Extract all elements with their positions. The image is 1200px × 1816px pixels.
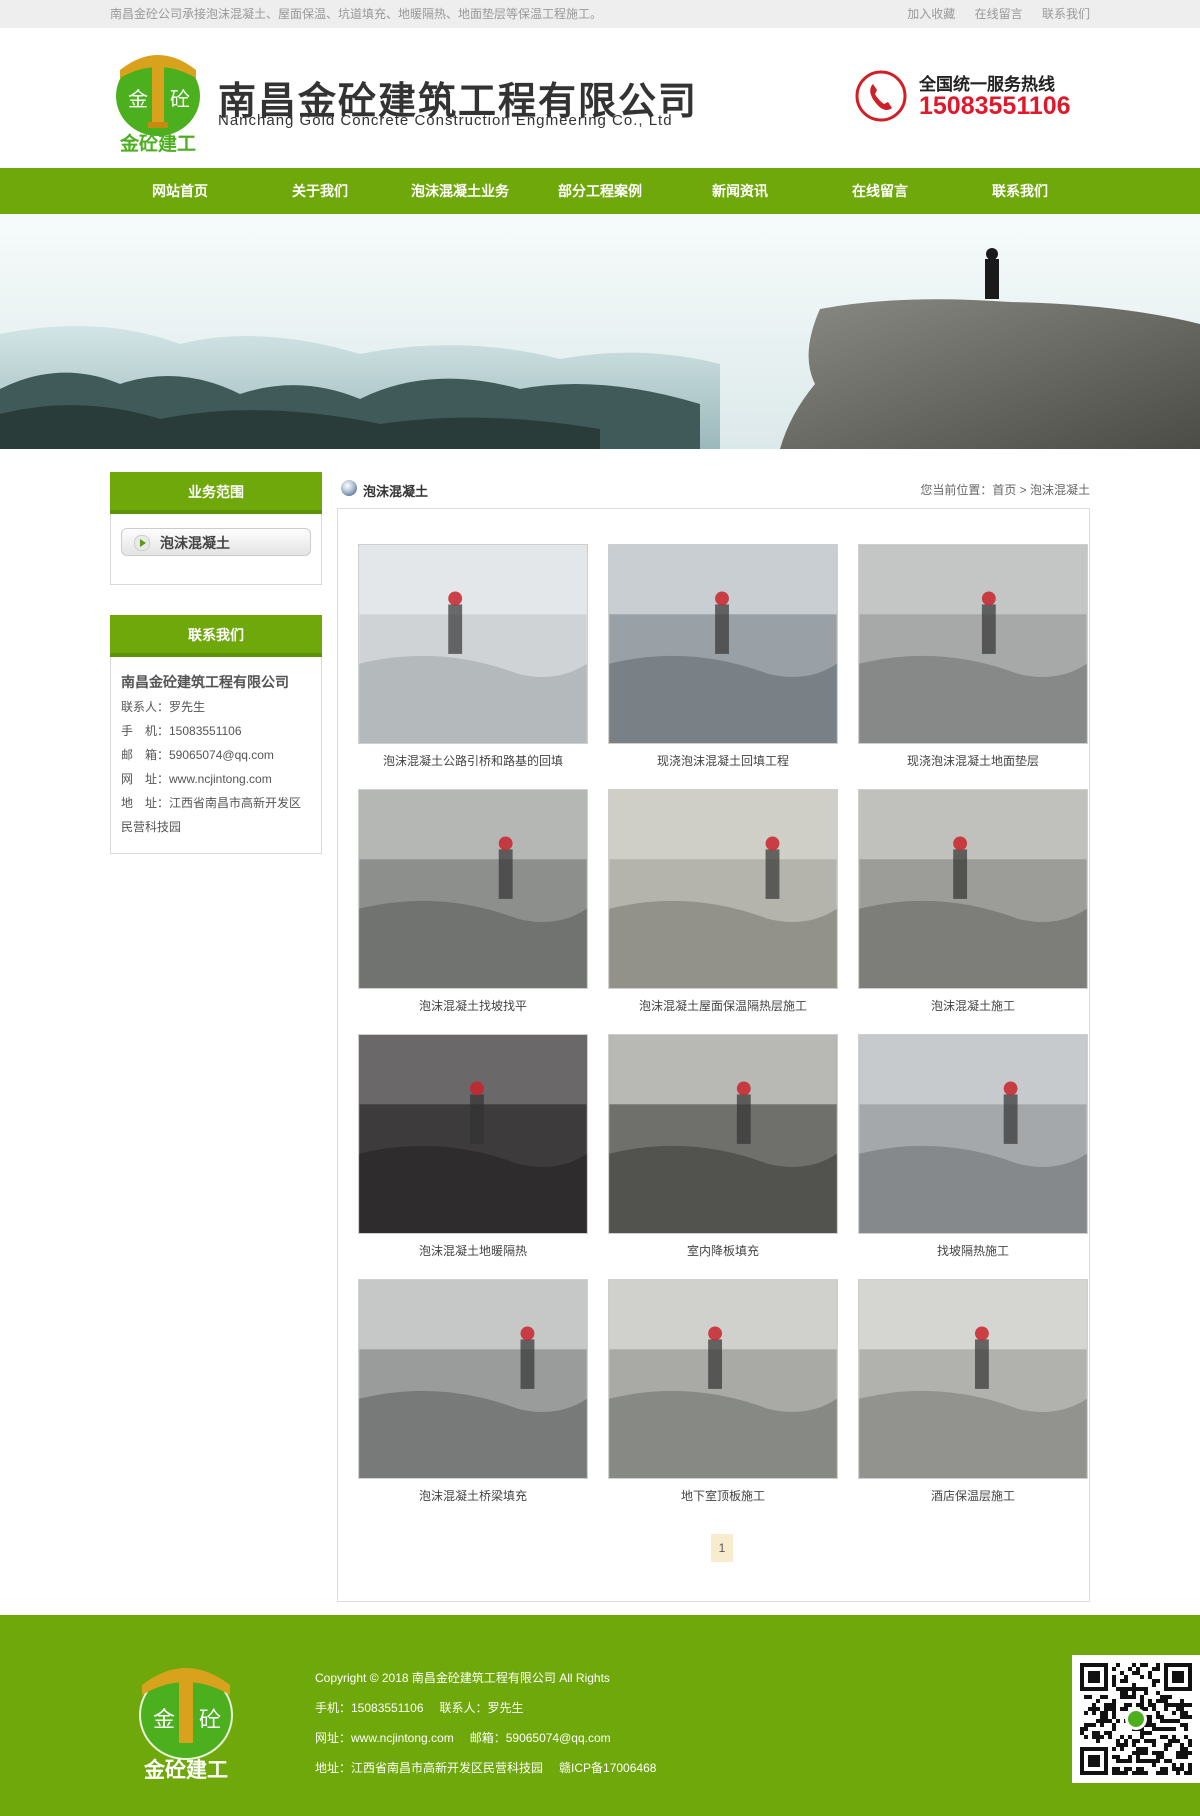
top-bar: 南昌金砼公司承接泡沫混凝土、屋面保温、坑道填充、地暖隔热、地面垫层等保温工程施工… — [0, 0, 1200, 28]
contact-website: 网 址：www.ncjintong.com — [121, 772, 272, 786]
contact-email: 邮 箱：59065074@qq.com — [121, 748, 274, 762]
photo-caption[interactable]: 室内降板填充 — [608, 1242, 838, 1259]
section-title: 泡沫混凝土 — [363, 484, 429, 499]
footer-logo-text: 金砼建工 — [143, 1758, 228, 1782]
photo-caption[interactable]: 地下室顶板施工 — [608, 1487, 838, 1504]
project-photo[interactable] — [858, 1279, 1088, 1479]
gallery-item[interactable]: 现浇泡沫混凝土地面垫层 — [858, 544, 1088, 769]
footer-address: 地址：江西省南昌市高新开发区民营科技园 — [315, 1761, 544, 1775]
play-arrow-icon — [134, 535, 150, 551]
hotline-block: 全国统一服务热线 15083551106 — [855, 68, 1090, 128]
nav-contact[interactable]: 联系我们 — [950, 168, 1090, 214]
nav-home[interactable]: 网站首页 — [110, 168, 250, 214]
nav-cases[interactable]: 部分工程案例 — [530, 168, 670, 214]
business-scope-box: 业务范围 泡沫混凝土 — [110, 472, 322, 585]
photo-caption[interactable]: 找坡隔热施工 — [858, 1242, 1088, 1259]
contact-title: 联系我们 — [110, 615, 322, 657]
sidebar: 业务范围 泡沫混凝土 联系我们 南昌金砼建筑工程有限公司 联系人：罗先生 手 机… — [110, 472, 322, 884]
top-links: 加入收藏 在线留言 联系我们 — [891, 0, 1090, 28]
business-scope-title: 业务范围 — [110, 472, 322, 514]
photo-caption[interactable]: 泡沫混凝土公路引桥和路基的回填 — [358, 752, 588, 769]
project-photo[interactable] — [358, 789, 588, 989]
contact-box: 联系我们 南昌金砼建筑工程有限公司 联系人：罗先生 手 机：1508355110… — [110, 615, 322, 854]
gallery-item[interactable]: 泡沫混凝土地暖隔热 — [358, 1034, 588, 1259]
photo-caption[interactable]: 现浇泡沫混凝土回填工程 — [608, 752, 838, 769]
photo-caption[interactable]: 泡沫混凝土地暖隔热 — [358, 1242, 588, 1259]
gallery-item[interactable]: 找坡隔热施工 — [858, 1034, 1088, 1259]
footer-logo-char-left: 金 — [153, 1708, 175, 1733]
contact-address-line2: 民营科技园 — [121, 820, 182, 834]
nav-news[interactable]: 新闻资讯 — [670, 168, 810, 214]
add-favorite-link[interactable]: 加入收藏 — [907, 7, 955, 21]
footer-email: 邮箱：59065074@qq.com — [469, 1731, 611, 1745]
photo-caption[interactable]: 泡沫混凝土施工 — [858, 997, 1088, 1014]
footer-contact: 联系人：罗先生 — [439, 1701, 524, 1715]
photo-caption[interactable]: 泡沫混凝土找坡找平 — [358, 997, 588, 1014]
logo-text: 金砼建工 — [119, 132, 196, 154]
contact-company: 南昌金砼建筑工程有限公司 — [121, 674, 289, 690]
gallery-item[interactable]: 地下室顶板施工 — [608, 1279, 838, 1504]
globe-icon — [341, 480, 357, 496]
contact-us-link[interactable]: 联系我们 — [1042, 7, 1090, 21]
category-foam-concrete-button[interactable]: 泡沫混凝土 — [121, 528, 311, 556]
page-1-button[interactable]: 1 — [711, 1534, 733, 1562]
site-footer: 金 砼 金砼建工 Copyright © 2018 南昌金砼建筑工程有限公司 A… — [0, 1615, 1200, 1816]
footer-logo-char-right: 砼 — [199, 1708, 221, 1733]
site-header: 金 砼 金砼建工 南昌金砼建筑工程有限公司 Nanchang Gold Conc… — [0, 28, 1200, 168]
top-tagline: 南昌金砼公司承接泡沫混凝土、屋面保温、坑道填充、地暖隔热、地面垫层等保温工程施工… — [110, 7, 603, 21]
content-area: 泡沫混凝土 您当前位置：首页 > 泡沫混凝土 泡沫混凝土公路引桥和路基的回填 现浇… — [337, 472, 1090, 1602]
company-name-en: Nanchang Gold Concrete Construction Engi… — [218, 112, 673, 129]
hero-banner — [0, 214, 1200, 449]
photo-caption[interactable]: 泡沫混凝土屋面保温隔热层施工 — [608, 997, 838, 1014]
project-photo[interactable] — [608, 1034, 838, 1234]
breadcrumb: 您当前位置：首页 > 泡沫混凝土 — [920, 483, 1090, 497]
online-message-link[interactable]: 在线留言 — [975, 7, 1023, 21]
main-area: 业务范围 泡沫混凝土 联系我们 南昌金砼建筑工程有限公司 联系人：罗先生 手 机… — [0, 449, 1200, 1617]
contact-info: 南昌金砼建筑工程有限公司 联系人：罗先生 手 机：15083551106 邮 箱… — [111, 657, 321, 853]
logo-char-left: 金 — [128, 87, 148, 111]
gallery-item[interactable]: 酒店保温层施工 — [858, 1279, 1088, 1504]
photo-caption[interactable]: 泡沫混凝土桥梁填充 — [358, 1487, 588, 1504]
company-logo[interactable]: 金 砼 金砼建工 — [110, 44, 206, 155]
project-photo[interactable] — [358, 1034, 588, 1234]
project-photo[interactable] — [358, 1279, 588, 1479]
gallery-item[interactable]: 现浇泡沫混凝土回填工程 — [608, 544, 838, 769]
phone-icon — [855, 70, 907, 122]
project-gallery: 泡沫混凝土公路引桥和路基的回填 现浇泡沫混凝土回填工程 现浇泡沫混凝土地面垫层 泡沫混… — [337, 508, 1090, 1602]
logo-char-right: 砼 — [170, 87, 190, 111]
contact-person: 联系人：罗先生 — [121, 700, 206, 714]
gallery-item[interactable]: 泡沫混凝土屋面保温隔热层施工 — [608, 789, 838, 1014]
content-header: 泡沫混凝土 您当前位置：首页 > 泡沫混凝土 — [337, 472, 1090, 502]
contact-address: 地 址：江西省南昌市高新开发区 — [121, 796, 302, 810]
footer-copyright: Copyright © 2018 南昌金砼建筑工程有限公司 All Rights — [315, 1671, 610, 1685]
gallery-item[interactable]: 泡沫混凝土公路引桥和路基的回填 — [358, 544, 588, 769]
footer-mobile: 手机：15083551106 — [315, 1701, 424, 1715]
footer-logo: 金 砼 金砼建工 — [134, 1657, 238, 1782]
project-photo[interactable] — [608, 1279, 838, 1479]
qr-code — [1072, 1655, 1200, 1783]
project-photo[interactable] — [358, 544, 588, 744]
gallery-item[interactable]: 室内降板填充 — [608, 1034, 838, 1259]
nav-foam-concrete[interactable]: 泡沫混凝土业务 — [390, 168, 530, 214]
photo-caption[interactable]: 酒店保温层施工 — [858, 1487, 1088, 1504]
project-photo[interactable] — [608, 789, 838, 989]
footer-website: 网址：www.ncjintong.com — [315, 1731, 454, 1745]
main-nav: 网站首页 关于我们 泡沫混凝土业务 部分工程案例 新闻资讯 在线留言 联系我们 — [0, 168, 1200, 214]
project-photo[interactable] — [608, 544, 838, 744]
nav-message[interactable]: 在线留言 — [810, 168, 950, 214]
gallery-item[interactable]: 泡沫混凝土找坡找平 — [358, 789, 588, 1014]
hotline-number: 15083551106 — [919, 92, 1071, 120]
project-photo[interactable] — [858, 544, 1088, 744]
nav-about[interactable]: 关于我们 — [250, 168, 390, 214]
footer-icp[interactable]: 赣ICP备17006468 — [559, 1761, 656, 1775]
contact-mobile: 手 机：15083551106 — [121, 724, 242, 738]
category-label: 泡沫混凝土 — [160, 535, 230, 551]
project-photo[interactable] — [858, 1034, 1088, 1234]
footer-info: Copyright © 2018 南昌金砼建筑工程有限公司 All Rights… — [315, 1663, 672, 1783]
photo-caption[interactable]: 现浇泡沫混凝土地面垫层 — [858, 752, 1088, 769]
gallery-item[interactable]: 泡沫混凝土桥梁填充 — [358, 1279, 588, 1504]
project-photo[interactable] — [858, 789, 1088, 989]
gallery-item[interactable]: 泡沫混凝土施工 — [858, 789, 1088, 1014]
